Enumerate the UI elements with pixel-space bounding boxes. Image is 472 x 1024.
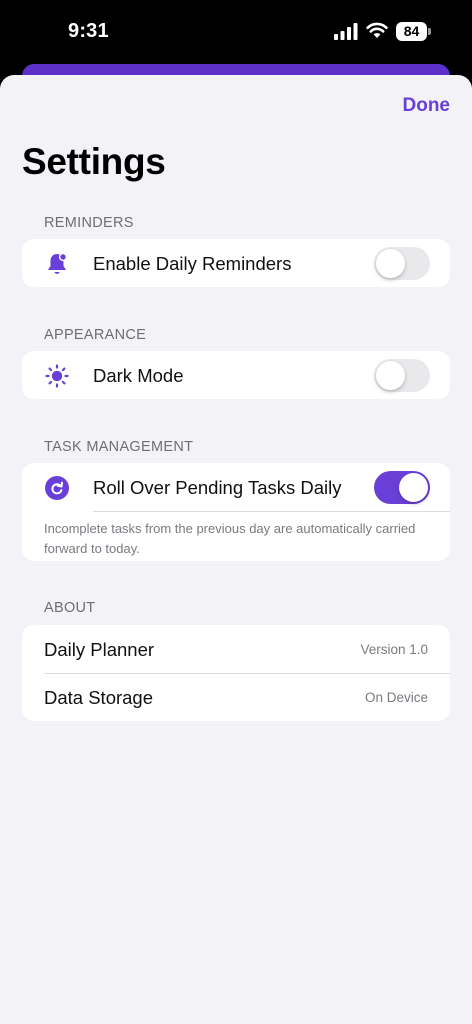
bell-icon — [44, 251, 70, 277]
enable-reminders-row[interactable]: Enable Daily Reminders — [22, 239, 450, 287]
rollover-icon — [44, 475, 70, 501]
rollover-footnote: Incomplete tasks from the previous day a… — [44, 521, 416, 556]
battery-level: 84 — [396, 22, 427, 41]
settings-sheet: Done Settings REMINDERS Enable Daily Rem… — [0, 75, 472, 1024]
rollover-row[interactable]: Roll Over Pending Tasks Daily — [22, 463, 450, 511]
app-version-value: Version 1.0 — [360, 642, 428, 657]
section-header-about: ABOUT — [44, 600, 96, 616]
wifi-icon — [366, 22, 388, 38]
status-bar: 9:31 84 — [0, 0, 472, 64]
task-management-card: Roll Over Pending Tasks Daily Incomplete… — [22, 463, 450, 561]
battery-icon: 84 — [396, 22, 432, 42]
toggle-knob — [376, 249, 405, 278]
done-button[interactable]: Done — [403, 95, 451, 117]
about-card: Daily Planner Version 1.0 Data Storage O… — [22, 625, 450, 721]
divider — [93, 511, 450, 512]
section-header-appearance: APPEARANCE — [44, 327, 147, 343]
toggle-knob — [399, 473, 428, 502]
dark-mode-row[interactable]: Dark Mode — [22, 351, 450, 399]
page-title: Settings — [22, 141, 166, 182]
data-storage-value: On Device — [364, 690, 428, 705]
toggle-knob — [376, 361, 405, 390]
reminders-toggle[interactable] — [374, 247, 430, 280]
section-header-reminders: REMINDERS — [44, 215, 134, 231]
sun-icon — [44, 363, 70, 389]
app-name-label: Daily Planner — [44, 639, 155, 660]
dark-mode-toggle[interactable] — [374, 359, 430, 392]
data-storage-label: Data Storage — [44, 687, 154, 708]
cellular-signal-icon — [334, 23, 358, 40]
about-row-app: Daily Planner Version 1.0 — [22, 625, 450, 673]
section-header-task-management: TASK MANAGEMENT — [44, 439, 194, 455]
about-row-storage: Data Storage On Device — [22, 673, 450, 721]
enable-reminders-label: Enable Daily Reminders — [93, 253, 292, 274]
status-time: 9:31 — [68, 20, 109, 42]
rollover-toggle[interactable] — [374, 471, 430, 504]
rollover-label: Roll Over Pending Tasks Daily — [93, 477, 342, 498]
dark-mode-label: Dark Mode — [93, 365, 184, 386]
reminders-card: Enable Daily Reminders — [22, 239, 450, 287]
appearance-card: Dark Mode — [22, 351, 450, 399]
